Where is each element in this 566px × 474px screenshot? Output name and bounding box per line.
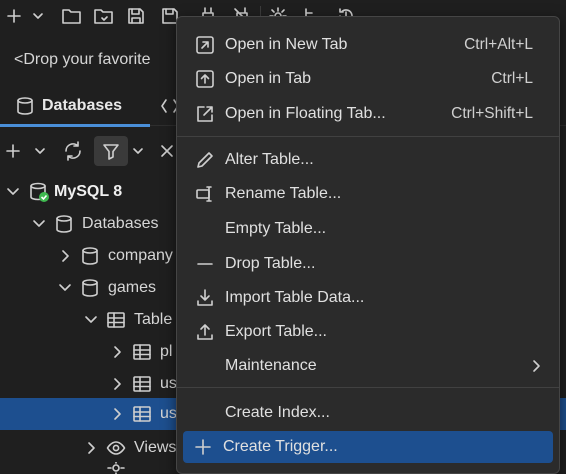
tree-node-label: games — [108, 279, 157, 296]
menu-open-floating-tab[interactable]: Open in Floating Tab... Ctrl+Shift+L — [185, 98, 553, 130]
add-icon[interactable] — [2, 4, 26, 28]
chevron-right-icon[interactable] — [110, 407, 124, 421]
plus-icon — [195, 439, 211, 455]
menu-maintenance[interactable]: Maintenance — [185, 350, 553, 382]
open-folder-icon[interactable] — [60, 4, 84, 28]
tree-node-label: us — [160, 375, 177, 392]
import-icon — [197, 289, 213, 306]
menu-separator — [177, 136, 559, 137]
chevron-down-icon[interactable] — [130, 136, 146, 166]
chevron-down-icon[interactable] — [32, 217, 46, 231]
tree-node-label: us — [160, 405, 177, 422]
database-icon — [56, 215, 72, 233]
tree-node-label: Databases — [82, 215, 159, 232]
menu-item-label: Import Table Data... — [225, 289, 365, 306]
menu-item-label: Maintenance — [225, 357, 317, 374]
open-new-tab-icon — [196, 36, 214, 54]
menu-import-table-data[interactable]: Import Table Data... — [185, 282, 553, 314]
menu-item-label: Create Trigger... — [223, 438, 338, 455]
tree-node-label: Table — [134, 311, 173, 328]
tab-databases-label: Databases — [42, 97, 123, 114]
menu-empty-table[interactable]: Empty Table... — [185, 213, 553, 245]
menu-item-label: Empty Table... — [225, 220, 327, 237]
chevron-right-icon[interactable] — [110, 377, 124, 391]
menu-open-in-tab[interactable]: Open in Tab Ctrl+L — [185, 63, 553, 95]
pencil-icon — [197, 152, 213, 168]
chevron-down-icon[interactable] — [30, 4, 46, 28]
table-icon — [133, 344, 151, 360]
menu-create-trigger[interactable]: Create Trigger... — [183, 431, 553, 463]
chevron-right-icon[interactable] — [58, 249, 72, 263]
chevron-right-icon — [533, 360, 540, 372]
menu-item-label: Open in New Tab — [225, 36, 348, 53]
tree-node-label: company — [108, 247, 173, 264]
export-icon — [197, 324, 213, 340]
menu-item-label: Create Index... — [225, 404, 330, 421]
menu-item-label: Open in Floating Tab... — [225, 105, 386, 122]
menu-item-label: Alter Table... — [225, 151, 314, 168]
chevron-right-icon[interactable] — [110, 345, 124, 359]
menu-item-label: Rename Table... — [225, 185, 342, 202]
collapse-icon[interactable] — [158, 136, 176, 166]
table-icon — [133, 376, 151, 392]
chevron-down-icon[interactable] — [84, 313, 98, 327]
context-menu: Open in New Tab Ctrl+Alt+L Open in Tab C… — [176, 16, 560, 474]
tab-active-indicator — [0, 124, 150, 127]
floating-tab-icon — [197, 106, 213, 122]
minus-icon — [197, 263, 213, 265]
menu-item-shortcut: Ctrl+Shift+L — [451, 105, 533, 122]
menu-create-index[interactable]: Create Index... — [185, 397, 553, 429]
chevron-right-icon[interactable] — [84, 441, 98, 455]
tree-node-label: Views — [134, 439, 177, 456]
table-icon — [133, 406, 151, 422]
menu-item-label: Open in Tab — [225, 70, 311, 87]
save-icon[interactable] — [124, 4, 148, 28]
server-connected-icon — [28, 181, 50, 203]
menu-item-label: Drop Table... — [225, 255, 316, 272]
chevron-down-icon[interactable] — [58, 281, 72, 295]
eye-icon — [106, 441, 126, 455]
tab-databases[interactable]: Databases — [0, 86, 150, 127]
database-icon — [17, 97, 33, 115]
add-connection-icon[interactable] — [2, 136, 24, 166]
tree-node-label: pl — [160, 343, 173, 360]
menu-drop-table[interactable]: Drop Table... — [185, 248, 553, 280]
menu-alter-table[interactable]: Alter Table... — [185, 144, 553, 176]
rename-icon — [196, 186, 212, 202]
filter-icon[interactable] — [94, 136, 128, 166]
refresh-icon[interactable] — [60, 136, 86, 166]
gear-icon — [107, 462, 125, 474]
open-tab-icon — [196, 70, 214, 88]
drop-area-hint: <Drop your favorite — [14, 51, 151, 68]
menu-rename-table[interactable]: Rename Table... — [185, 178, 553, 210]
chevron-down-icon[interactable] — [32, 136, 48, 166]
database-icon — [82, 247, 98, 265]
menu-item-label: Export Table... — [225, 323, 327, 340]
menu-item-shortcut: Ctrl+Alt+L — [464, 36, 533, 53]
menu-separator — [177, 387, 559, 388]
tree-node-label: MySQL 8 — [54, 183, 123, 200]
table-icon — [107, 312, 125, 328]
open-folder-alt-icon[interactable] — [92, 4, 116, 28]
database-icon — [82, 279, 98, 297]
menu-open-new-tab[interactable]: Open in New Tab Ctrl+Alt+L — [185, 29, 553, 61]
chevron-down-icon[interactable] — [6, 185, 20, 199]
menu-export-table[interactable]: Export Table... — [185, 316, 553, 348]
menu-item-shortcut: Ctrl+L — [491, 70, 533, 87]
